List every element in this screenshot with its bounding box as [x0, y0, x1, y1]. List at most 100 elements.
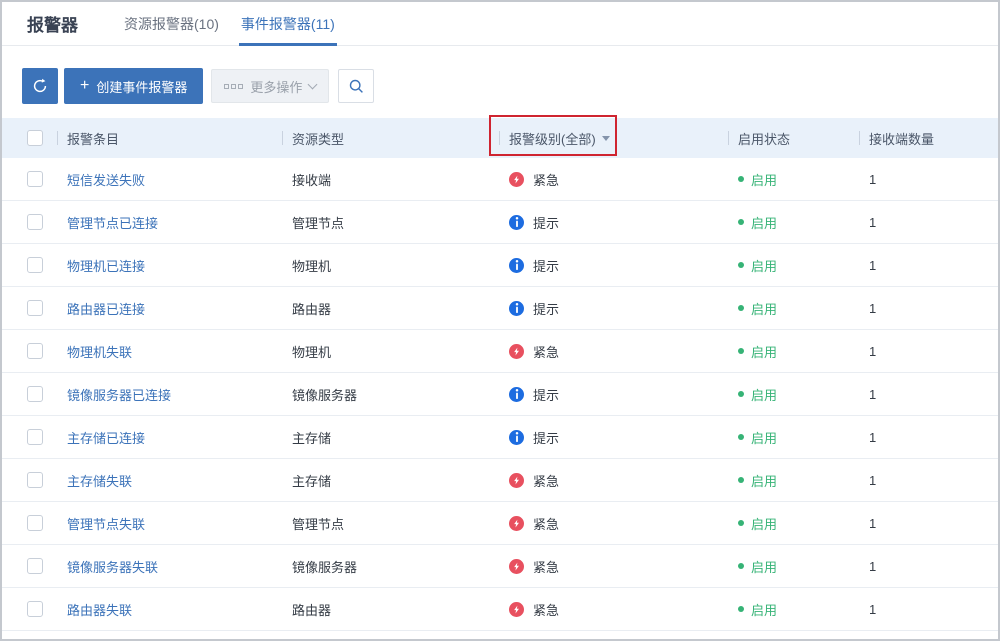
status-label: 启用 — [751, 256, 777, 275]
row-checkbox[interactable] — [27, 257, 43, 273]
refresh-icon — [31, 77, 49, 95]
column-header-enabled-status: 启用状态 — [728, 129, 859, 148]
status-label: 启用 — [751, 170, 777, 189]
row-checkbox[interactable] — [27, 429, 43, 445]
table-row: 镜像服务器失联 镜像服务器 紧急 — [2, 545, 998, 588]
resource-type: 物理机 — [282, 256, 499, 275]
level-badge: 紧急 — [509, 170, 728, 189]
status-label: 启用 — [751, 342, 777, 361]
resource-type: 路由器 — [282, 600, 499, 619]
level-badge: 提示 — [509, 299, 728, 318]
plus-icon: + — [80, 78, 89, 94]
alarm-name-link[interactable]: 镜像服务器失联 — [67, 560, 158, 575]
level-label: 紧急 — [533, 600, 559, 619]
receiver-count: 1 — [859, 301, 998, 316]
receiver-count: 1 — [859, 473, 998, 488]
column-header-alarm-level-label: 报警级别(全部) — [509, 129, 596, 148]
alarm-name-link[interactable]: 物理机失联 — [67, 345, 132, 360]
row-checkbox[interactable] — [27, 214, 43, 230]
alarm-name-link[interactable]: 路由器失联 — [67, 603, 132, 618]
column-header-receiver-count: 接收端数量 — [859, 129, 998, 148]
status-dot-icon — [738, 520, 744, 526]
receiver-count: 1 — [859, 516, 998, 531]
table-body: 短信发送失败 接收端 紧急 — [2, 158, 998, 631]
select-all-checkbox[interactable] — [27, 130, 43, 146]
row-checkbox[interactable] — [27, 472, 43, 488]
row-checkbox[interactable] — [27, 558, 43, 574]
info-icon — [509, 430, 524, 445]
receiver-count: 1 — [859, 258, 998, 273]
receiver-count: 1 — [859, 602, 998, 617]
column-header-enabled-status-label: 启用状态 — [738, 129, 790, 148]
level-badge: 紧急 — [509, 471, 728, 490]
tab-resource-alarms[interactable]: 资源报警器(10) — [122, 2, 221, 45]
search-button[interactable] — [338, 69, 374, 103]
alarm-name-link[interactable]: 物理机已连接 — [67, 259, 145, 274]
resource-type: 接收端 — [282, 170, 499, 189]
level-badge: 紧急 — [509, 600, 728, 619]
lightning-icon — [509, 172, 524, 187]
table-row: 主存储已连接 主存储 提示 — [2, 416, 998, 459]
row-checkbox[interactable] — [27, 343, 43, 359]
alarm-name-link[interactable]: 路由器已连接 — [67, 302, 145, 317]
table-header: 报警条目 资源类型 报警级别(全部) 启用状态 接收端数量 — [2, 118, 998, 158]
receiver-count: 1 — [859, 387, 998, 402]
alarm-name-link[interactable]: 主存储已连接 — [67, 431, 145, 446]
level-label: 提示 — [533, 256, 559, 275]
column-header-alarm-level-filter[interactable]: 报警级别(全部) — [499, 129, 728, 148]
receiver-count: 1 — [859, 430, 998, 445]
column-header-alarm-name: 报警条目 — [57, 129, 282, 148]
info-icon — [509, 258, 524, 273]
chevron-down-icon — [308, 79, 318, 89]
row-checkbox[interactable] — [27, 601, 43, 617]
table-row: 镜像服务器已连接 镜像服务器 提示 — [2, 373, 998, 416]
level-badge: 提示 — [509, 385, 728, 404]
level-label: 提示 — [533, 299, 559, 318]
status-dot-icon — [738, 434, 744, 440]
status-label: 启用 — [751, 213, 777, 232]
level-badge: 紧急 — [509, 514, 728, 533]
level-label: 提示 — [533, 428, 559, 447]
alarm-name-link[interactable]: 管理节点已连接 — [67, 216, 158, 231]
refresh-button[interactable] — [22, 68, 58, 104]
receiver-count: 1 — [859, 172, 998, 187]
column-header-alarm-name-label: 报警条目 — [67, 129, 119, 148]
alarm-name-link[interactable]: 短信发送失败 — [67, 173, 145, 188]
status-label: 启用 — [751, 514, 777, 533]
info-icon — [509, 387, 524, 402]
status-dot-icon — [738, 176, 744, 182]
table-row: 路由器已连接 路由器 提示 — [2, 287, 998, 330]
level-badge: 紧急 — [509, 342, 728, 361]
page-title: 报警器 — [2, 11, 78, 36]
tabs: 资源报警器(10) 事件报警器(11) — [122, 2, 337, 45]
level-label: 紧急 — [533, 471, 559, 490]
status-dot-icon — [738, 606, 744, 612]
lightning-icon — [509, 516, 524, 531]
alarm-name-link[interactable]: 管理节点失联 — [67, 517, 145, 532]
status-dot-icon — [738, 477, 744, 483]
alarm-name-link[interactable]: 主存储失联 — [67, 474, 132, 489]
table-row: 短信发送失败 接收端 紧急 — [2, 158, 998, 201]
row-checkbox[interactable] — [27, 515, 43, 531]
status-label: 启用 — [751, 471, 777, 490]
resource-type: 主存储 — [282, 428, 499, 447]
tab-event-alarms[interactable]: 事件报警器(11) — [239, 2, 337, 45]
create-event-alarm-label: 创建事件报警器 — [96, 77, 187, 96]
level-label: 提示 — [533, 213, 559, 232]
status-dot-icon — [738, 348, 744, 354]
row-checkbox[interactable] — [27, 300, 43, 316]
status-label: 启用 — [751, 299, 777, 318]
status-dot-icon — [738, 219, 744, 225]
topbar: 报警器 资源报警器(10) 事件报警器(11) — [2, 2, 998, 46]
level-label: 紧急 — [533, 557, 559, 576]
more-actions-button[interactable]: 更多操作 — [211, 69, 329, 103]
row-checkbox[interactable] — [27, 171, 43, 187]
table-row: 主存储失联 主存储 紧急 — [2, 459, 998, 502]
row-checkbox[interactable] — [27, 386, 43, 402]
receiver-count: 1 — [859, 215, 998, 230]
table-row: 管理节点失联 管理节点 紧急 — [2, 502, 998, 545]
create-event-alarm-button[interactable]: + 创建事件报警器 — [64, 68, 203, 104]
resource-type: 镜像服务器 — [282, 557, 499, 576]
table-row: 路由器失联 路由器 紧急 — [2, 588, 998, 631]
alarm-name-link[interactable]: 镜像服务器已连接 — [67, 388, 171, 403]
